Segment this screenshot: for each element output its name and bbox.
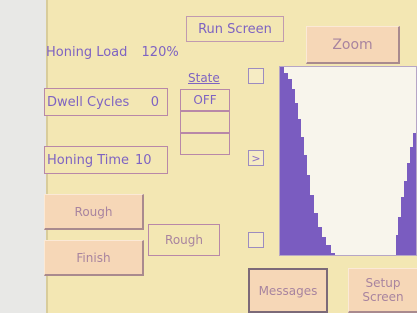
arrow-button[interactable]: >: [248, 150, 264, 166]
right-profile-area: [396, 123, 416, 255]
setup-screen-button[interactable]: Setup Screen: [348, 268, 417, 313]
state-box-1: OFF: [180, 89, 230, 111]
zoom-button[interactable]: Zoom: [306, 26, 400, 64]
left-profile-area: [280, 67, 335, 255]
mode-display: Rough: [148, 224, 220, 256]
honing-time-field[interactable]: Honing Time 10: [44, 146, 168, 174]
state-box-2: [180, 111, 230, 133]
hmi-screen: Run Screen Zoom Honing Load 120% State D…: [44, 0, 417, 313]
dwell-cycles-field[interactable]: Dwell Cycles 0: [44, 88, 168, 116]
screen-title: Run Screen: [186, 16, 284, 42]
state-header: State: [188, 71, 220, 85]
honing-profile-chart: [280, 67, 416, 255]
checkbox-top[interactable]: [248, 68, 264, 84]
state-box-3: [180, 133, 230, 155]
left-bezel: [0, 0, 46, 313]
honing-graph: [279, 66, 417, 256]
rough-button[interactable]: Rough: [44, 194, 144, 230]
messages-button[interactable]: Messages: [248, 268, 328, 313]
checkbox-bottom[interactable]: [248, 232, 264, 248]
finish-button[interactable]: Finish: [44, 240, 144, 276]
honing-load-label: Honing Load 120%: [46, 45, 179, 60]
